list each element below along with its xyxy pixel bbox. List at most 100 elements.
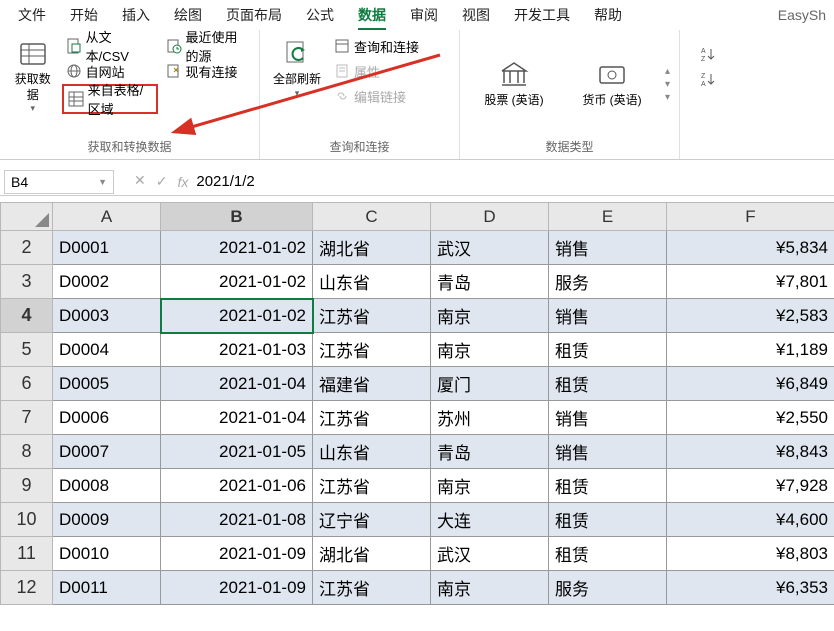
sort-asc-button[interactable]: AZ (696, 42, 720, 66)
cell[interactable]: 武汉 (431, 537, 549, 571)
cell[interactable]: 南京 (431, 333, 549, 367)
sort-desc-button[interactable]: ZA (696, 67, 720, 91)
menu-item-7[interactable]: 审阅 (400, 1, 448, 29)
cell[interactable]: 2021-01-04 (161, 367, 313, 401)
menu-item-8[interactable]: 视图 (452, 1, 500, 29)
cell[interactable]: 租赁 (549, 503, 667, 537)
cell[interactable]: 销售 (549, 231, 667, 265)
col-header-F[interactable]: F (667, 203, 834, 231)
cell[interactable]: D0002 (53, 265, 161, 299)
cell[interactable]: D0004 (53, 333, 161, 367)
cell[interactable]: 南京 (431, 299, 549, 333)
cell[interactable]: 山东省 (313, 265, 431, 299)
col-header-A[interactable]: A (53, 203, 161, 231)
cell[interactable]: 南京 (431, 469, 549, 503)
cell[interactable]: 服务 (549, 571, 667, 605)
get-data-button[interactable]: 获取数 据 ▾ (8, 34, 58, 134)
cell[interactable]: 销售 (549, 435, 667, 469)
menu-item-4[interactable]: 页面布局 (216, 1, 292, 29)
cell[interactable]: D0001 (53, 231, 161, 265)
cell[interactable]: D0009 (53, 503, 161, 537)
cell[interactable]: 辽宁省 (313, 503, 431, 537)
row-header[interactable]: 3 (1, 265, 53, 299)
cell[interactable]: ¥5,834 (667, 231, 834, 265)
cell[interactable]: 销售 (549, 401, 667, 435)
cell[interactable]: 山东省 (313, 435, 431, 469)
row-header[interactable]: 10 (1, 503, 53, 537)
row-header[interactable]: 11 (1, 537, 53, 571)
cell[interactable]: 湖北省 (313, 231, 431, 265)
grid[interactable]: ABCDEF 2D00012021-01-02湖北省武汉销售¥5,8343D00… (0, 202, 834, 605)
cell[interactable]: 2021-01-08 (161, 503, 313, 537)
menu-item-2[interactable]: 插入 (112, 1, 160, 29)
cell[interactable]: ¥7,801 (667, 265, 834, 299)
row-header[interactable]: 4 (1, 299, 53, 333)
cell[interactable]: 租赁 (549, 367, 667, 401)
cell[interactable]: ¥8,843 (667, 435, 834, 469)
cancel-icon[interactable]: ✕ (134, 173, 146, 190)
menu-item-1[interactable]: 开始 (60, 1, 108, 29)
cell[interactable]: 2021-01-09 (161, 537, 313, 571)
cell[interactable]: 南京 (431, 571, 549, 605)
cell[interactable]: 武汉 (431, 231, 549, 265)
cell[interactable]: ¥2,550 (667, 401, 834, 435)
row-header[interactable]: 7 (1, 401, 53, 435)
row-header[interactable]: 12 (1, 571, 53, 605)
col-header-B[interactable]: B (161, 203, 313, 231)
stocks-button[interactable]: 股票 (英语) (469, 55, 559, 113)
from-text-csv-button[interactable]: 从文本/CSV (62, 34, 158, 58)
cell[interactable]: 大连 (431, 503, 549, 537)
existing-connections-button[interactable]: 现有连接 (162, 59, 252, 83)
col-header-E[interactable]: E (549, 203, 667, 231)
name-box[interactable]: B4 ▼ (4, 170, 114, 194)
cell[interactable]: 服务 (549, 265, 667, 299)
cell[interactable]: D0010 (53, 537, 161, 571)
cell[interactable]: 销售 (549, 299, 667, 333)
cell[interactable]: 租赁 (549, 333, 667, 367)
row-header[interactable]: 5 (1, 333, 53, 367)
cell[interactable]: 2021-01-04 (161, 401, 313, 435)
cell[interactable]: ¥8,803 (667, 537, 834, 571)
scroll-buttons[interactable]: ▴ ▾ ▾ (665, 66, 670, 103)
menu-item-3[interactable]: 绘图 (164, 1, 212, 29)
cell[interactable]: 2021-01-02 (161, 299, 313, 333)
cell[interactable]: 2021-01-06 (161, 469, 313, 503)
cell[interactable]: 2021-01-02 (161, 231, 313, 265)
cell[interactable]: ¥7,928 (667, 469, 834, 503)
from-table-range-button[interactable]: 来自表格/区域 (66, 87, 154, 111)
cell[interactable]: ¥6,353 (667, 571, 834, 605)
cell[interactable]: 租赁 (549, 469, 667, 503)
cell[interactable]: 2021-01-05 (161, 435, 313, 469)
menu-item-5[interactable]: 公式 (296, 1, 344, 29)
addon-label[interactable]: EasySh (778, 7, 826, 23)
properties-button[interactable]: 属性 (330, 59, 423, 83)
cell[interactable]: D0008 (53, 469, 161, 503)
fx-icon[interactable]: fx (177, 174, 188, 190)
select-all-corner[interactable] (1, 203, 53, 231)
confirm-icon[interactable]: ✓ (156, 173, 168, 190)
cell[interactable]: 2021-01-03 (161, 333, 313, 367)
menu-item-0[interactable]: 文件 (8, 1, 56, 29)
recent-sources-button[interactable]: 最近使用的源 (162, 34, 252, 58)
queries-connections-button[interactable]: 查询和连接 (330, 34, 423, 58)
cell[interactable]: 湖北省 (313, 537, 431, 571)
menu-item-9[interactable]: 开发工具 (504, 1, 580, 29)
cell[interactable]: ¥6,849 (667, 367, 834, 401)
menu-item-10[interactable]: 帮助 (584, 1, 632, 29)
cell[interactable]: D0011 (53, 571, 161, 605)
cell[interactable]: 厦门 (431, 367, 549, 401)
cell[interactable]: ¥4,600 (667, 503, 834, 537)
cell[interactable]: 福建省 (313, 367, 431, 401)
row-header[interactable]: 6 (1, 367, 53, 401)
col-header-D[interactable]: D (431, 203, 549, 231)
cell[interactable]: 江苏省 (313, 571, 431, 605)
cell[interactable]: D0005 (53, 367, 161, 401)
cell[interactable]: ¥2,583 (667, 299, 834, 333)
cell[interactable]: 2021-01-09 (161, 571, 313, 605)
menu-item-6[interactable]: 数据 (348, 1, 396, 29)
cell[interactable]: 租赁 (549, 537, 667, 571)
cell[interactable]: 江苏省 (313, 299, 431, 333)
cell[interactable]: 江苏省 (313, 333, 431, 367)
cell[interactable]: 2021-01-02 (161, 265, 313, 299)
cell[interactable]: 江苏省 (313, 401, 431, 435)
